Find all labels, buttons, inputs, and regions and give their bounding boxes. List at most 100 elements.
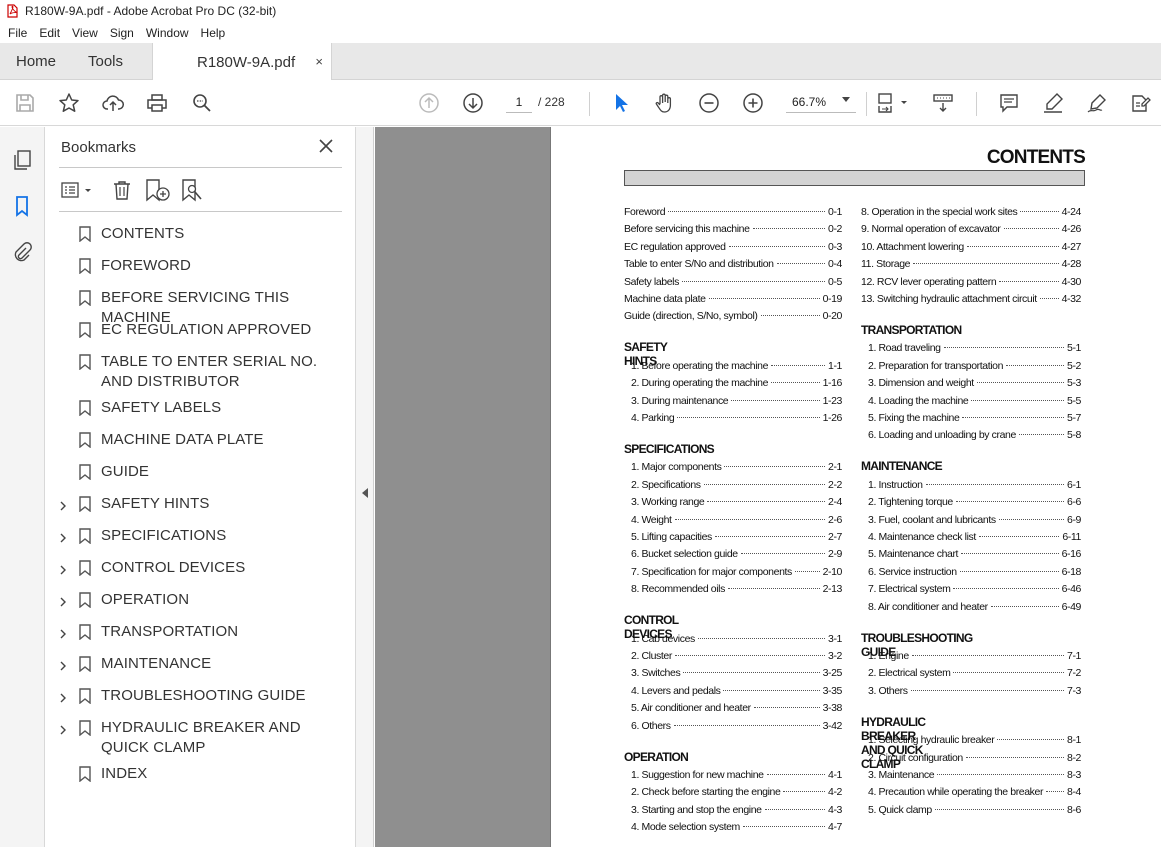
toc-entry[interactable]: 3. Others 7-3: [868, 685, 1081, 699]
bookmark-item[interactable]: SAFETY HINTS: [45, 492, 356, 524]
toc-entry[interactable]: 4. Maintenance check list 6-11: [868, 531, 1081, 545]
toc-entry[interactable]: 1. Engine 7-1: [868, 650, 1081, 664]
document-viewer[interactable]: CONTENTS Foreword 0-1 Before servicing thi…: [375, 127, 1161, 847]
toc-entry[interactable]: 2. Specifications 2-2: [631, 479, 842, 493]
scroll-mode-icon[interactable]: [931, 91, 955, 115]
toc-entry[interactable]: 6. Service instruction 6-18: [868, 566, 1081, 580]
toc-entry[interactable]: 3. Starting and stop the engine 4-3: [631, 804, 842, 818]
toc-entry[interactable]: 2. During operating the machine 1-16: [631, 377, 842, 391]
menu-file[interactable]: File: [2, 26, 33, 40]
toc-entry[interactable]: 3. Dimension and weight 5-3: [868, 377, 1081, 391]
toc-entry[interactable]: 3. Maintenance 8-3: [868, 769, 1081, 783]
bookmark-item[interactable]: MAINTENANCE: [45, 652, 356, 684]
bookmark-item[interactable]: MACHINE DATA PLATE: [45, 428, 356, 460]
page-number-input[interactable]: 1: [506, 91, 532, 113]
toc-entry[interactable]: 7. Electrical system 6-46: [868, 583, 1081, 597]
toc-entry[interactable]: 4. Parking 1-26: [631, 412, 842, 426]
toc-section-heading[interactable]: SPECIFICATIONS: [624, 442, 715, 456]
toc-entry[interactable]: 8. Air conditioner and heater 6-49: [868, 601, 1081, 615]
page-down-icon[interactable]: [461, 91, 485, 115]
zoom-out-icon[interactable]: [697, 91, 721, 115]
toc-entry[interactable]: 13. Switching hydraulic attachment circu…: [861, 293, 1081, 307]
tab-home[interactable]: Home: [0, 43, 72, 79]
chevron-right-icon[interactable]: [58, 593, 68, 607]
toc-entry[interactable]: 4. Weight 2-6: [631, 514, 842, 528]
search-icon[interactable]: [190, 91, 214, 115]
toc-entry[interactable]: 2. Check before starting the engine 4-2: [631, 786, 842, 800]
toc-entry[interactable]: 6. Loading and unloading by crane 5-8: [868, 429, 1081, 443]
comment-icon[interactable]: [997, 91, 1021, 115]
chevron-right-icon[interactable]: [58, 529, 68, 543]
toc-entry[interactable]: 3. Switches 3-25: [631, 667, 842, 681]
select-cursor-icon[interactable]: [609, 91, 633, 115]
toc-entry[interactable]: 2. Electrical system 7-2: [868, 667, 1081, 681]
tab-tools[interactable]: Tools: [72, 43, 152, 79]
toc-entry[interactable]: 1. Selecting hydraulic breaker 8-1: [868, 734, 1081, 748]
toc-entry[interactable]: 8. Recommended oils 2-13: [631, 583, 842, 597]
chevron-right-icon[interactable]: [58, 561, 68, 575]
close-icon[interactable]: [318, 138, 334, 154]
chevron-right-icon[interactable]: [58, 657, 68, 671]
toc-entry[interactable]: Before servicing this machine 0-2: [624, 223, 842, 237]
menu-sign[interactable]: Sign: [104, 26, 140, 40]
toc-entry[interactable]: 1. Major components 2-1: [631, 461, 842, 475]
toc-entry[interactable]: 8. Operation in the special work sites 4-…: [861, 206, 1081, 220]
toc-entry[interactable]: 5. Lifting capacities 2-7: [631, 531, 842, 545]
toc-entry[interactable]: 12. RCV lever operating pattern 4-30: [861, 276, 1081, 290]
chevron-right-icon[interactable]: [58, 721, 68, 735]
toc-entry[interactable]: Table to enter S/No and distribution 0-4: [624, 258, 842, 272]
toc-entry[interactable]: 4. Mode selection system 4-7: [631, 821, 842, 835]
bookmark-item[interactable]: CONTENTS: [45, 222, 356, 254]
bookmark-item[interactable]: FOREWORD: [45, 254, 356, 286]
toc-entry[interactable]: 9. Normal operation of excavator 4-26: [861, 223, 1081, 237]
find-bookmark-button[interactable]: [181, 178, 205, 202]
print-icon[interactable]: [145, 91, 169, 115]
page-fit-icon[interactable]: [875, 91, 911, 115]
toc-entry[interactable]: Safety labels 0-5: [624, 276, 842, 290]
bookmark-item[interactable]: TRANSPORTATION: [45, 620, 356, 652]
toc-entry[interactable]: 7. Specification for major components 2-1…: [631, 566, 842, 580]
bookmark-item[interactable]: TABLE TO ENTER SERIAL NO. AND DISTRIBUTO…: [45, 350, 356, 396]
toc-entry[interactable]: Foreword 0-1: [624, 206, 842, 220]
toc-entry[interactable]: 3. Fuel, coolant and lubricants 6-9: [868, 514, 1081, 528]
hand-icon[interactable]: [653, 91, 677, 115]
bookmark-item[interactable]: HYDRAULIC BREAKER AND QUICK CLAMP: [45, 716, 356, 762]
toc-section-heading[interactable]: TRANSPORTATION: [861, 323, 962, 337]
toc-entry[interactable]: 4. Loading the machine 5-5: [868, 395, 1081, 409]
attachments-icon[interactable]: [11, 241, 33, 263]
star-icon[interactable]: [57, 91, 81, 115]
toc-entry[interactable]: 5. Fixing the machine 5-7: [868, 412, 1081, 426]
page-up-icon[interactable]: [417, 91, 441, 115]
menu-view[interactable]: View: [66, 26, 104, 40]
toc-entry[interactable]: 5. Maintenance chart 6-16: [868, 548, 1081, 562]
toc-entry[interactable]: 2. Circuit configuration 8-2: [868, 752, 1081, 766]
menu-help[interactable]: Help: [195, 26, 232, 40]
chevron-right-icon[interactable]: [58, 689, 68, 703]
toc-section-heading[interactable]: MAINTENANCE: [861, 459, 943, 473]
toc-entry[interactable]: 1. Before operating the machine 1-1: [631, 360, 842, 374]
toc-entry[interactable]: 5. Quick clamp 8-6: [868, 804, 1081, 818]
zoom-in-icon[interactable]: [741, 91, 765, 115]
bookmark-item[interactable]: EC REGULATION APPROVED: [45, 318, 356, 350]
toc-entry[interactable]: 2. Cluster 3-2: [631, 650, 842, 664]
bookmark-item[interactable]: CONTROL DEVICES: [45, 556, 356, 588]
toc-entry[interactable]: 4. Precaution while operating the breake…: [868, 786, 1081, 800]
toc-entry[interactable]: 1. Suggestion for new machine 4-1: [631, 769, 842, 783]
toc-entry[interactable]: 3. Working range 2-4: [631, 496, 842, 510]
sign-icon[interactable]: [1085, 91, 1109, 115]
chevron-right-icon[interactable]: [58, 497, 68, 511]
bookmark-item[interactable]: SPECIFICATIONS: [45, 524, 356, 556]
toc-entry[interactable]: Machine data plate 0-19: [624, 293, 842, 307]
toc-section-heading[interactable]: OPERATION: [624, 750, 689, 764]
toc-entry[interactable]: 5. Air conditioner and heater 3-38: [631, 702, 842, 716]
bookmark-options-button[interactable]: [61, 178, 95, 202]
menu-edit[interactable]: Edit: [33, 26, 66, 40]
toc-entry[interactable]: 6. Others 3-42: [631, 720, 842, 734]
page-thumbnails-icon[interactable]: [11, 149, 33, 171]
toc-entry[interactable]: 3. During maintenance 1-23: [631, 395, 842, 409]
edit-pdf-icon[interactable]: [1128, 91, 1152, 115]
bookmark-item[interactable]: BEFORE SERVICING THIS MACHINE: [45, 286, 356, 326]
bookmark-item[interactable]: SAFETY LABELS: [45, 396, 356, 428]
chevron-right-icon[interactable]: [58, 625, 68, 639]
collapse-arrow-icon[interactable]: [362, 488, 368, 498]
